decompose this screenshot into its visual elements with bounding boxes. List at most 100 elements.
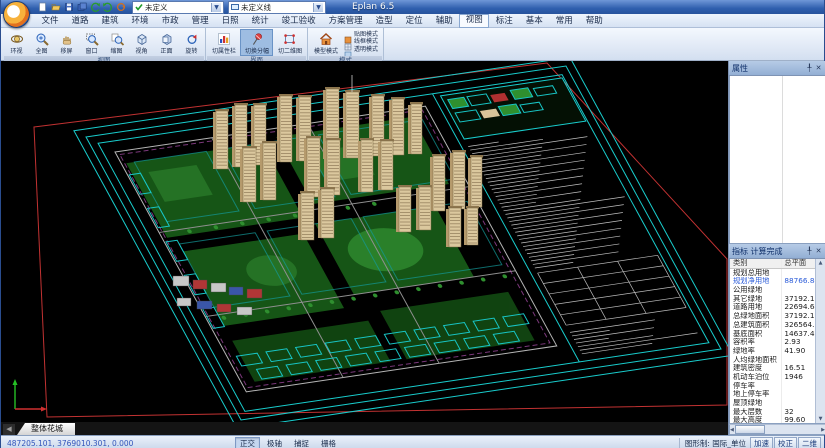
save-icon[interactable] [63, 2, 74, 13]
undo-icon[interactable] [89, 2, 100, 13]
toolbar-button-切二维图[interactable]: 切二维图 [273, 29, 306, 56]
check-icon [135, 3, 143, 11]
menu-造型[interactable]: 造型 [369, 15, 399, 27]
table-row-道路用地[interactable]: 道路用地22694.64 [730, 303, 815, 312]
toolbar-button-旋转[interactable]: 旋转 [179, 29, 204, 56]
menu-竣工验收[interactable]: 竣工验收 [275, 15, 322, 27]
pin-icon[interactable]: ╀ [805, 64, 814, 73]
menu-统计[interactable]: 统计 [245, 15, 275, 27]
undo-icon [90, 2, 100, 12]
menu-日照[interactable]: 日照 [215, 15, 245, 27]
status-button-二维[interactable]: 二维 [798, 437, 821, 448]
drawing-tab-bar: ◀ 整体花城 [1, 422, 728, 435]
zoom-extents-icon [35, 32, 49, 46]
menu-方案管理[interactable]: 方案管理 [322, 15, 369, 27]
style-combo[interactable]: 未定义 ▼ [132, 1, 224, 14]
scroll-left-icon[interactable]: ◀ [730, 426, 734, 434]
status-buttons: 加速校正二维 [750, 437, 821, 448]
tab-scroll-left-icon[interactable]: ◀ [3, 424, 15, 435]
open-icon[interactable] [50, 2, 61, 13]
chevron-down-icon[interactable]: ▼ [211, 3, 221, 12]
menu-bar: 文件道路建筑环境市政管理日照统计竣工验收方案管理造型定位辅助视图标注基本常用帮助 [1, 14, 824, 28]
box-2d-icon [283, 32, 297, 46]
menu-帮助[interactable]: 帮助 [579, 15, 609, 27]
close-icon[interactable]: ✕ [814, 247, 823, 256]
table-row-基底面积[interactable]: 基底面积14637.45 [730, 330, 815, 339]
toolbar-button-切属性栏[interactable]: 切属性栏 [207, 29, 240, 56]
toolbar-button-缩图[interactable]: 缩图 [104, 29, 129, 56]
menu-管理[interactable]: 管理 [185, 15, 215, 27]
toolbar-button-全图[interactable]: 全图 [29, 29, 54, 56]
house-icon [319, 32, 333, 46]
vertical-scrollbar[interactable]: ▲ ▼ [815, 259, 825, 423]
save-all-icon[interactable] [76, 2, 87, 13]
menu-道路[interactable]: 道路 [65, 15, 95, 27]
menu-基本[interactable]: 基本 [519, 15, 549, 27]
toggle-栅格[interactable]: 栅格 [316, 437, 341, 448]
table-row-最大层数[interactable]: 最大层数32 [730, 408, 815, 417]
menu-文件[interactable]: 文件 [35, 15, 65, 27]
menu-常用[interactable]: 常用 [549, 15, 579, 27]
new-icon [38, 2, 48, 12]
horizontal-scrollbar[interactable]: ◀ ▶ [729, 424, 825, 435]
toolbar-button-正面[interactable]: 正面 [154, 29, 179, 56]
properties-grid[interactable] [729, 76, 825, 244]
scroll-down-icon[interactable]: ▼ [816, 415, 825, 423]
menu-定位[interactable]: 定位 [399, 15, 429, 27]
table-row-最大高度[interactable]: 最大高度99.60 [730, 416, 815, 423]
scrollbar-thumb[interactable] [735, 425, 765, 434]
pin-icon[interactable]: ╀ [805, 247, 814, 256]
refresh-icon [116, 2, 126, 12]
status-button-加速[interactable]: 加速 [750, 437, 773, 448]
linetype-combo-value: 未定义线 [241, 2, 310, 13]
toggle-捕捉[interactable]: 捕捉 [289, 437, 314, 448]
table-row-地上停车率[interactable]: 地上停车率 [730, 390, 815, 399]
table-row-规划总用地[interactable]: 规划总用地 [730, 269, 815, 278]
toggle-极轴[interactable]: 极轴 [262, 437, 287, 448]
rotate-icon [185, 32, 199, 46]
table-row-建筑密度[interactable]: 建筑密度16.51 [730, 364, 815, 373]
toggle-正交[interactable]: 正交 [235, 437, 260, 448]
menu-环境[interactable]: 环境 [125, 15, 155, 27]
menu-标注[interactable]: 标注 [489, 15, 519, 27]
scroll-right-icon[interactable]: ▶ [821, 426, 825, 434]
close-icon[interactable]: ✕ [814, 64, 823, 73]
ucs-axis-icon [13, 379, 48, 412]
table-row-总建筑面积[interactable]: 总建筑面积326564... [730, 321, 815, 330]
toolbar-button-窗口[interactable]: 窗口 [79, 29, 104, 56]
toolbar-button-模型模式[interactable]: 模型模式 [309, 29, 342, 56]
redo-icon [103, 2, 113, 12]
toolbar-button-移屏[interactable]: 移屏 [54, 29, 79, 56]
new-icon[interactable] [37, 2, 48, 13]
style-combo-value: 未定义 [145, 2, 208, 13]
linetype-combo[interactable]: 未定义线 ▼ [228, 1, 326, 14]
toolbar-button-视角[interactable]: 视角 [129, 29, 154, 56]
table-row-其它绿地[interactable]: 其它绿地37192.18 [730, 295, 815, 304]
coordinates-readout: 487205.101, 3769010.301, 0.000 [1, 439, 235, 448]
redo-icon[interactable] [102, 2, 113, 13]
mode-option-透明模式[interactable]: 透明模式 [344, 44, 380, 52]
menu-市政[interactable]: 市政 [155, 15, 185, 27]
indicator-table-header: 类别总平面 [730, 259, 815, 269]
drawing-viewport[interactable] [1, 61, 728, 422]
table-row-人均绿地面积[interactable]: 人均绿地面积 [730, 356, 815, 365]
table-row-容积率[interactable]: 容积率2.93 [730, 338, 815, 347]
table-row-公用绿地[interactable]: 公用绿地 [730, 286, 815, 295]
table-row-机动车泊位[interactable]: 机动车泊位1946 [730, 373, 815, 382]
menu-建筑[interactable]: 建筑 [95, 15, 125, 27]
table-row-绿地率[interactable]: 绿地率41.90 [730, 347, 815, 356]
toolbar-button-切换分幅[interactable]: 切换分幅 [240, 29, 273, 56]
table-row-总绿地面积[interactable]: 总绿地面积37192.18 [730, 312, 815, 321]
chevron-down-icon[interactable]: ▼ [313, 3, 323, 12]
drawing-tab[interactable]: 整体花城 [17, 423, 75, 435]
table-row-规划净用地[interactable]: 规划净用地88766.84 [730, 277, 815, 286]
toolbar-button-环视[interactable]: 环视 [4, 29, 29, 56]
menu-视图[interactable]: 视图 [459, 14, 489, 28]
menu-辅助[interactable]: 辅助 [429, 15, 459, 27]
scroll-up-icon[interactable]: ▲ [816, 259, 825, 267]
status-button-校正[interactable]: 校正 [774, 437, 797, 448]
table-row-屋顶绿地[interactable]: 屋顶绿地 [730, 399, 815, 408]
refresh-icon[interactable] [115, 2, 126, 13]
table-row-停车率[interactable]: 停车率 [730, 382, 815, 391]
zoom-prev-icon [110, 32, 124, 46]
